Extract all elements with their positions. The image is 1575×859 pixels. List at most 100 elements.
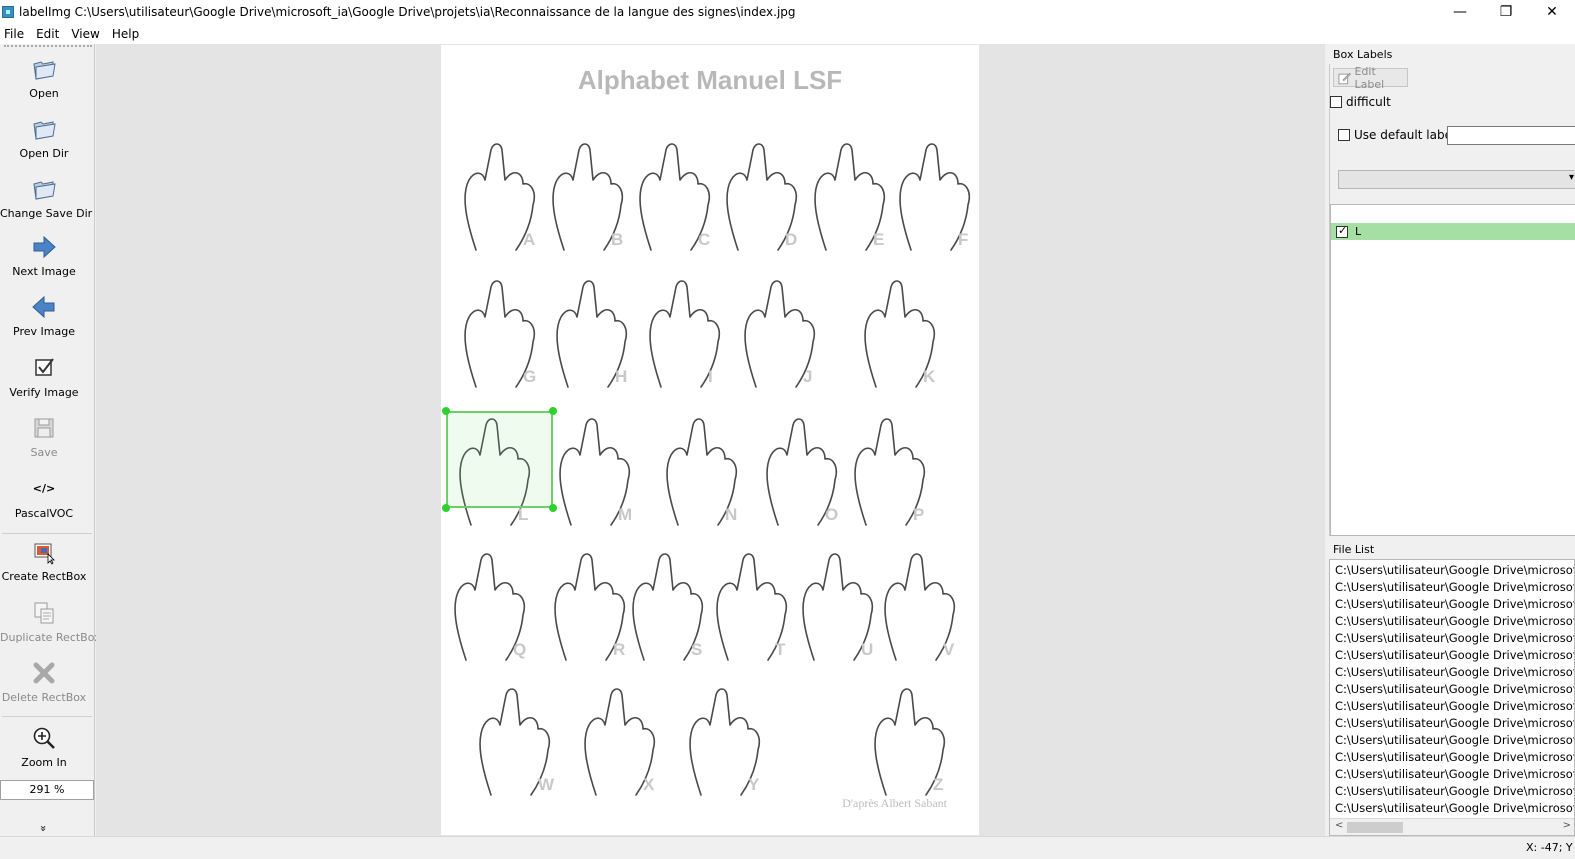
label-list[interactable]: L (1330, 204, 1575, 536)
sign-letter-label: X (643, 775, 655, 794)
hand-sign-s: S (632, 553, 704, 661)
use-default-label-checkbox[interactable] (1338, 129, 1350, 141)
cursor-position-text: X: -47; Y (1526, 841, 1573, 854)
close-button[interactable]: ✕ (1529, 0, 1575, 24)
toolbar-grip[interactable] (4, 45, 92, 47)
next-image-button[interactable]: Next Image (0, 234, 88, 278)
file-list-item[interactable]: C:\Users\utilisateur\Google Drive\micros… (1330, 783, 1574, 800)
duplicate-rectbox-button[interactable]: Duplicate RectBox (0, 600, 101, 644)
file-list-item[interactable]: C:\Users\utilisateur\Google Drive\micros… (1330, 698, 1574, 715)
zoom-in-label: Zoom In (21, 756, 67, 769)
sign-letter-label: K (923, 367, 936, 386)
code-tag-icon: </> (32, 482, 56, 495)
change-save-dir-button[interactable]: Change Save Dir (0, 176, 93, 220)
hand-sign-e: E (814, 143, 886, 251)
file-list-item[interactable]: C:\Users\utilisateur\Google Drive\micros… (1330, 664, 1574, 681)
menu-view[interactable]: View (65, 27, 105, 41)
label-item-text: L (1355, 225, 1362, 238)
sign-letter-label: E (873, 230, 884, 249)
hand-sign-c: C (639, 143, 710, 251)
scroll-right-icon[interactable]: > (1563, 820, 1571, 831)
edit-label-button[interactable]: Edit Label (1333, 65, 1408, 91)
bbox-handle-bottom-left[interactable] (442, 504, 450, 512)
toolbar-extension-icon[interactable]: » (37, 825, 50, 832)
file-list-item[interactable]: C:\Users\utilisateur\Google Drive\micros… (1330, 647, 1574, 664)
hand-sign-r: R (554, 553, 625, 661)
sign-letter-label: M (618, 505, 632, 524)
sign-letter-label: S (691, 640, 702, 659)
sign-letter-label: H (615, 367, 627, 386)
sign-letter-label: T (775, 640, 786, 659)
label-list-item[interactable]: L (1331, 223, 1575, 240)
scrollbar-thumb[interactable] (1347, 822, 1403, 833)
difficult-label: difficult (1346, 95, 1391, 109)
menu-file[interactable]: File (0, 27, 30, 41)
next-image-label: Next Image (12, 265, 76, 278)
file-list-item[interactable]: C:\Users\utilisateur\Google Drive\micros… (1330, 630, 1574, 647)
scroll-left-icon[interactable]: < (1335, 820, 1343, 831)
create-rectbox-button[interactable]: Create RectBox (0, 539, 88, 583)
folder-open-icon (33, 121, 56, 140)
open-dir-button[interactable]: Open Dir (0, 116, 88, 160)
difficult-checkbox[interactable] (1330, 96, 1342, 108)
file-list-item[interactable]: C:\Users\utilisateur\Google Drive\micros… (1330, 749, 1574, 766)
sign-letter-label: O (825, 505, 838, 524)
sign-letter-label: D (785, 230, 797, 249)
sign-letter-label: N (725, 505, 737, 524)
format-toggle-button[interactable]: </> PascalVOC (0, 476, 88, 520)
restore-button[interactable]: ❐ (1483, 0, 1529, 24)
difficult-checkbox-row[interactable]: difficult (1330, 95, 1391, 109)
box-labels-title: Box Labels (1329, 46, 1575, 64)
file-list-item[interactable]: C:\Users\utilisateur\Google Drive\micros… (1330, 562, 1574, 579)
file-list[interactable]: C:\Users\utilisateur\Google Drive\micros… (1329, 559, 1575, 836)
edit-label-text: Edit Label (1354, 64, 1385, 91)
bounding-box-l[interactable] (442, 407, 557, 512)
file-list-dock: File List C:\Users\utilisateur\Google Dr… (1329, 541, 1575, 836)
open-button[interactable]: Open (0, 56, 88, 100)
file-list-item[interactable]: C:\Users\utilisateur\Google Drive\micros… (1330, 579, 1574, 596)
bbox-handle-top-left[interactable] (442, 407, 450, 415)
duplicate-rectbox-label: Duplicate RectBox (0, 631, 101, 644)
delete-rectbox-button[interactable]: Delete RectBox (0, 660, 88, 704)
menu-edit[interactable]: Edit (30, 27, 65, 41)
sign-letter-label: P (913, 505, 924, 524)
delete-rectbox-label: Delete RectBox (1, 691, 87, 704)
floppy-disk-icon (34, 418, 54, 438)
minimize-button[interactable]: — (1437, 0, 1483, 24)
file-list-item[interactable]: C:\Users\utilisateur\Google Drive\micros… (1330, 681, 1574, 698)
menu-bar: File Edit View Help (0, 24, 1575, 44)
file-list-horizontal-scrollbar[interactable]: < > (1330, 818, 1574, 835)
sign-letter-label: Y (748, 775, 760, 794)
hand-sign-h: H (556, 280, 627, 388)
file-list-item[interactable]: C:\Users\utilisateur\Google Drive\micros… (1330, 766, 1574, 783)
use-default-label-row[interactable]: Use default label (1338, 128, 1455, 142)
save-button[interactable]: Save (0, 415, 88, 459)
zoom-in-button[interactable]: Zoom In (0, 725, 88, 769)
hand-sign-t: T (716, 553, 788, 661)
file-list-item[interactable]: C:\Users\utilisateur\Google Drive\micros… (1330, 715, 1574, 732)
label-visible-checkbox[interactable] (1336, 224, 1348, 238)
prev-image-button[interactable]: Prev Image (0, 294, 88, 338)
verify-image-button[interactable]: Verify Image (0, 355, 88, 399)
default-label-input[interactable] (1447, 126, 1575, 145)
bbox-handle-top-right[interactable] (549, 407, 557, 415)
folder-open-icon (33, 61, 56, 80)
image-canvas[interactable]: Alphabet Manuel LSF ABCDEFGHIJKLMNOPQRST… (96, 44, 1325, 836)
file-list-item[interactable]: C:\Users\utilisateur\Google Drive\micros… (1330, 596, 1574, 613)
edit-pencil-icon (1338, 72, 1351, 84)
label-filter-combobox[interactable]: ▾ (1338, 170, 1575, 189)
use-default-label-text: Use default label (1354, 128, 1456, 142)
zoom-value-field[interactable]: 291 % (0, 780, 94, 800)
bbox-handle-bottom-right[interactable] (549, 504, 557, 512)
toolbar-separator (2, 533, 92, 534)
folder-open-icon (33, 181, 56, 200)
change-save-dir-label: Change Save Dir (0, 207, 93, 220)
sign-letter-label: A (523, 230, 535, 249)
file-list-item[interactable]: C:\Users\utilisateur\Google Drive\micros… (1330, 800, 1574, 817)
window-title: labelImg C:\Users\utilisateur\Google Dri… (19, 5, 796, 19)
sign-letter-label: J (803, 367, 812, 386)
menu-help[interactable]: Help (106, 27, 145, 41)
file-list-item[interactable]: C:\Users\utilisateur\Google Drive\micros… (1330, 613, 1574, 630)
file-list-item[interactable]: C:\Users\utilisateur\Google Drive\micros… (1330, 732, 1574, 749)
hand-sign-i: I (649, 280, 721, 388)
